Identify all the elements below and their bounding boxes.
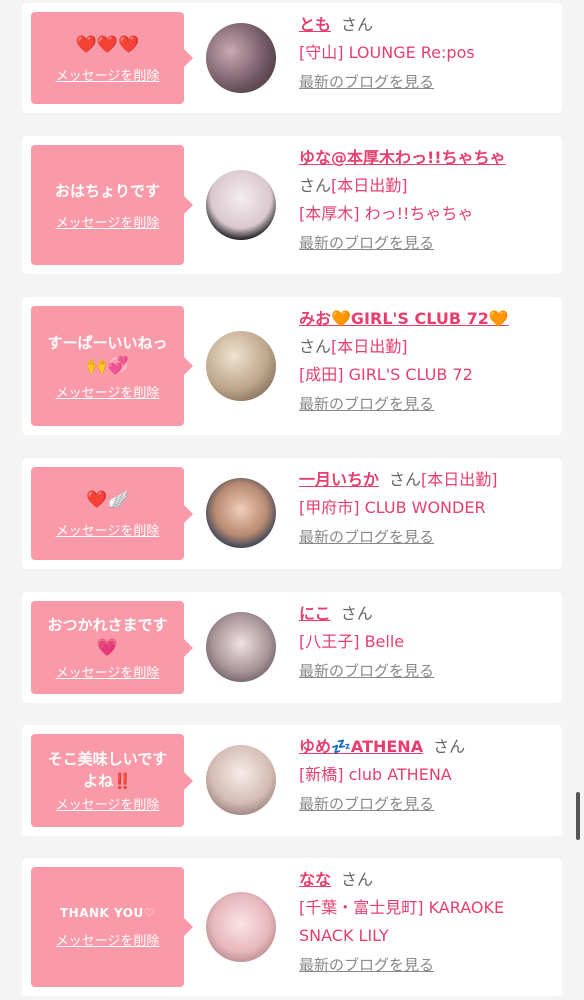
sender-name-link[interactable]: にこ xyxy=(299,604,331,623)
message-text: おつかれさまです xyxy=(47,616,168,634)
sender-info: みお🧡GIRL'S CLUB 72🧡 さん[本日出勤] [成田] GIRL'S … xyxy=(299,305,554,414)
scrollbar[interactable] xyxy=(576,792,580,840)
message-card: THANK YOU♡ メッセージを削除 なな さん [千葉・富士見町] KARAO… xyxy=(22,858,562,996)
message-emoji: 🙌💞 xyxy=(86,355,129,376)
latest-blog-link[interactable]: 最新のブログを見る xyxy=(299,234,434,252)
sender-name-link[interactable]: ゆな@本厚木わっ!!ちゃちゃ xyxy=(299,148,506,167)
message-card: ❤️❤️❤️ メッセージを削除 とも さん [守山] LOUNGE Re:pos … xyxy=(22,3,562,113)
sender-name-link[interactable]: とも xyxy=(299,15,331,34)
honorific: さん xyxy=(341,15,374,34)
honorific: さん xyxy=(299,176,332,195)
shop-name: [本厚木] わっ!!ちゃちゃ xyxy=(299,204,474,223)
shop-name: [甲府市] CLUB WONDER xyxy=(299,498,486,517)
shop-name: [成田] GIRL'S CLUB 72 xyxy=(299,365,473,384)
avatar[interactable] xyxy=(206,23,276,93)
delete-message-link[interactable]: メッセージを削除 xyxy=(56,520,160,539)
avatar[interactable] xyxy=(206,612,276,682)
message-card: おつかれさまです 💗 メッセージを削除 にこ さん [八王子] Belle 最新の… xyxy=(22,592,562,703)
shop-name-line2: SNACK LILY xyxy=(299,926,389,945)
message-bubble: そこ美味しいです よね‼️ メッセージを削除 xyxy=(31,734,193,827)
message-card: ❤️🪽 メッセージを削除 一月いちか さん[本日出勤] [甲府市] CLUB WO… xyxy=(22,458,562,569)
honorific: さん xyxy=(389,470,422,489)
sender-name-link[interactable]: ゆめ💤ATHENA xyxy=(299,737,423,756)
message-text-line2: よね‼️ xyxy=(83,772,132,790)
message-emoji: ❤️❤️❤️ xyxy=(75,34,140,55)
shop-name: [八王子] Belle xyxy=(299,632,405,651)
status-badge: [本日出勤] xyxy=(331,337,408,356)
latest-blog-link[interactable]: 最新のブログを見る xyxy=(299,528,434,546)
message-bubble: THANK YOU♡ メッセージを削除 xyxy=(31,867,193,987)
sender-name-link[interactable]: みお🧡GIRL'S CLUB 72🧡 xyxy=(299,309,509,328)
sender-info: 一月いちか さん[本日出勤] [甲府市] CLUB WONDER 最新のブログを見… xyxy=(299,466,554,547)
sender-info: なな さん [千葉・富士見町] KARAOKE SNACK LILY 最新のブログ… xyxy=(299,866,554,975)
message-card: おはちょりです メッセージを削除 ゆな@本厚木わっ!!ちゃちゃ さん[本日出勤]… xyxy=(22,136,562,274)
honorific: さん xyxy=(340,604,373,623)
delete-message-link[interactable]: メッセージを削除 xyxy=(56,662,160,681)
message-text: おはちょりです xyxy=(54,181,160,200)
message-card: すーぱーいいねっ 🙌💞 メッセージを削除 みお🧡GIRL'S CLUB 72🧡 … xyxy=(22,297,562,435)
shop-name: [新橋] club ATHENA xyxy=(299,765,452,784)
message-bubble: すーぱーいいねっ 🙌💞 メッセージを削除 xyxy=(31,306,193,426)
sender-name-link[interactable]: なな xyxy=(299,870,331,889)
avatar[interactable] xyxy=(206,170,276,240)
message-text: すーぱーいいねっ xyxy=(47,333,168,352)
honorific: さん xyxy=(433,737,466,756)
sender-info: ゆめ💤ATHENA さん [新橋] club ATHENA 最新のブログを見る xyxy=(299,733,554,814)
status-badge: [本日出勤] xyxy=(421,470,498,489)
shop-name: [千葉・富士見町] KARAOKE xyxy=(299,898,505,917)
delete-message-link[interactable]: メッセージを削除 xyxy=(56,65,160,84)
message-text: そこ美味しいです xyxy=(47,750,168,768)
message-bubble: ❤️❤️❤️ メッセージを削除 xyxy=(31,12,193,104)
message-bubble: おはちょりです メッセージを削除 xyxy=(31,145,193,265)
delete-message-link[interactable]: メッセージを削除 xyxy=(56,930,160,949)
avatar[interactable] xyxy=(206,745,276,815)
sender-info: ゆな@本厚木わっ!!ちゃちゃ さん[本日出勤] [本厚木] わっ!!ちゃちゃ 最… xyxy=(299,144,554,253)
shop-name: [守山] LOUNGE Re:pos xyxy=(299,43,475,62)
latest-blog-link[interactable]: 最新のブログを見る xyxy=(299,395,434,413)
delete-message-link[interactable]: メッセージを削除 xyxy=(56,212,160,231)
avatar[interactable] xyxy=(206,331,276,401)
latest-blog-link[interactable]: 最新のブログを見る xyxy=(299,795,434,813)
honorific: さん xyxy=(341,870,374,889)
message-bubble: おつかれさまです 💗 メッセージを削除 xyxy=(31,601,193,694)
delete-message-link[interactable]: メッセージを削除 xyxy=(56,382,160,401)
message-emoji: ❤️🪽 xyxy=(86,490,129,510)
avatar[interactable] xyxy=(206,478,276,548)
delete-message-link[interactable]: メッセージを削除 xyxy=(56,794,160,813)
sender-info: にこ さん [八王子] Belle 最新のブログを見る xyxy=(299,600,554,681)
message-card: そこ美味しいです よね‼️ メッセージを削除 ゆめ💤ATHENA さん [新橋] … xyxy=(22,725,562,836)
sender-name-link[interactable]: 一月いちか xyxy=(299,470,379,489)
latest-blog-link[interactable]: 最新のブログを見る xyxy=(299,73,434,91)
status-badge: [本日出勤] xyxy=(331,176,408,195)
message-bubble: ❤️🪽 メッセージを削除 xyxy=(31,467,193,560)
avatar[interactable] xyxy=(206,892,276,962)
latest-blog-link[interactable]: 最新のブログを見る xyxy=(299,956,434,974)
latest-blog-link[interactable]: 最新のブログを見る xyxy=(299,662,434,680)
message-emoji: 💗 xyxy=(96,638,119,658)
sender-info: とも さん [守山] LOUNGE Re:pos 最新のブログを見る xyxy=(299,11,554,92)
honorific: さん xyxy=(299,337,332,356)
message-text: THANK YOU♡ xyxy=(60,905,155,920)
